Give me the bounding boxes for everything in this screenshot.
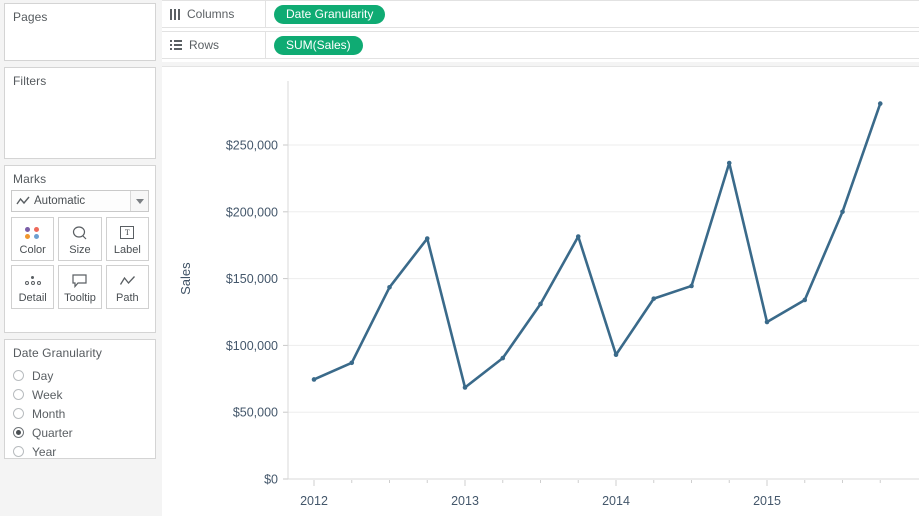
marks-detail-button[interactable]: Detail <box>11 265 55 309</box>
rows-shelf-dropzone[interactable]: SUM(Sales) <box>266 32 919 58</box>
chart-gridlines <box>288 144 919 413</box>
radio-icon-day[interactable] <box>13 370 24 381</box>
shelf-area: Columns Date Granularity Rows SUM(Sales) <box>162 0 919 62</box>
sales-series-line[interactable] <box>312 102 882 389</box>
y-axis-tick-label: $0 <box>264 473 278 487</box>
data-point-marker[interactable] <box>802 297 808 303</box>
chart-canvas[interactable]: $0 $50,000 $100,000 $150,000 $200,000 $250,00… <box>162 66 919 516</box>
rows-shelf[interactable]: Rows SUM(Sales) <box>162 31 919 59</box>
y-axis-tick-label: $100,000 <box>226 339 278 353</box>
data-point-marker[interactable] <box>311 377 317 382</box>
date-granularity-legend-title: Date Granularity <box>13 346 102 360</box>
radio-label-year: Year <box>32 444 57 459</box>
y-axis-title: Sales <box>178 262 193 295</box>
data-point-marker[interactable] <box>538 301 543 307</box>
marks-path-label: Path <box>116 291 139 304</box>
y-axis-tick-label: $50,000 <box>233 406 278 420</box>
radio-option-week[interactable]: Week <box>13 385 147 404</box>
date-granularity-options: Day Week Month Quarter Year <box>5 364 155 467</box>
data-point-marker[interactable] <box>500 355 506 361</box>
columns-shelf-label-group: Columns <box>162 1 266 27</box>
x-axis-tick-label: 2015 <box>753 494 781 508</box>
radio-label-month: Month <box>32 406 66 421</box>
y-axis-tick-labels: $0 $50,000 $100,000 $150,000 $200,000 $250,00… <box>226 139 278 487</box>
columns-shelf-label: Columns <box>187 7 235 21</box>
line-chart-icon <box>12 196 34 206</box>
radio-option-day[interactable]: Day <box>13 366 147 385</box>
marks-color-label: Color <box>19 243 46 256</box>
rows-shelf-label: Rows <box>189 38 220 52</box>
radio-icon-quarter[interactable] <box>13 427 24 438</box>
data-point-marker[interactable] <box>764 319 770 325</box>
color-dots-icon <box>24 223 41 243</box>
marks-size-label: Size <box>69 243 91 256</box>
sales-line-chart: $0 $50,000 $100,000 $150,000 $200,000 $250,00… <box>178 81 919 508</box>
marks-button-grid: Color Size T Label Detail Tooltip Path <box>11 217 149 309</box>
data-point-marker[interactable] <box>349 360 355 366</box>
marks-label-label: Label <box>113 243 141 256</box>
x-axis-tick-label: 2013 <box>451 494 479 508</box>
marks-label-button[interactable]: T Label <box>105 217 149 261</box>
filters-card-title: Filters <box>13 74 47 88</box>
x-axis-tick-labels: 2012 2013 2014 2015 <box>300 494 781 508</box>
data-point-marker[interactable] <box>840 209 845 215</box>
radio-label-quarter: Quarter <box>32 425 73 440</box>
left-sidebar: Pages Filters Marks Automatic Color Size… <box>0 0 160 516</box>
radio-icon-year[interactable] <box>13 446 24 457</box>
radio-label-day: Day <box>32 368 54 383</box>
y-axis-ticks <box>283 144 288 480</box>
pill-date-granularity[interactable]: Date Granularity <box>274 4 386 24</box>
radio-icon-week[interactable] <box>13 389 24 400</box>
radio-option-quarter[interactable]: Quarter <box>13 423 147 442</box>
marks-detail-label: Detail <box>18 291 47 304</box>
data-point-marker[interactable] <box>726 160 732 166</box>
marks-tooltip-label: Tooltip <box>64 291 96 304</box>
x-axis-ticks <box>313 480 881 486</box>
marks-path-button[interactable]: Path <box>105 265 149 309</box>
size-circle-icon <box>71 223 88 243</box>
pill-sum-sales[interactable]: SUM(Sales) <box>274 35 363 55</box>
path-line-icon <box>119 271 136 291</box>
pages-card[interactable]: Pages <box>4 3 156 61</box>
mark-type-label: Automatic <box>34 195 86 207</box>
columns-shelf[interactable]: Columns Date Granularity <box>162 0 919 28</box>
columns-icon <box>170 8 180 20</box>
x-axis-tick-label: 2014 <box>602 494 630 508</box>
y-axis-tick-label: $150,000 <box>226 272 278 286</box>
filters-card[interactable]: Filters <box>4 67 156 159</box>
date-granularity-legend-card: Date Granularity Day Week Month Quarter <box>4 339 156 459</box>
radio-option-year[interactable]: Year <box>13 442 147 461</box>
pages-card-title: Pages <box>13 10 48 24</box>
detail-dots-icon <box>24 271 41 291</box>
marks-size-button[interactable]: Size <box>58 217 102 261</box>
x-axis-tick-label: 2012 <box>300 494 328 508</box>
radio-icon-month[interactable] <box>13 408 24 419</box>
rows-icon <box>170 40 182 51</box>
data-point-marker[interactable] <box>613 352 619 358</box>
data-point-marker[interactable] <box>575 234 581 239</box>
tableau-worksheet: Pages Filters Marks Automatic Color Size… <box>0 0 919 516</box>
data-point-marker[interactable] <box>424 236 430 241</box>
radio-option-month[interactable]: Month <box>13 404 147 423</box>
columns-shelf-dropzone[interactable]: Date Granularity <box>266 1 919 27</box>
data-point-marker[interactable] <box>877 101 883 106</box>
y-axis-tick-label: $250,000 <box>226 139 278 153</box>
rows-shelf-label-group: Rows <box>162 32 266 58</box>
marks-color-button[interactable]: Color <box>11 217 55 261</box>
marks-card: Marks Automatic Color Size T Label Detai… <box>4 165 156 333</box>
label-text-icon: T <box>120 223 135 243</box>
tooltip-bubble-icon <box>71 271 88 291</box>
y-axis-tick-label: $200,000 <box>226 205 278 219</box>
marks-tooltip-button[interactable]: Tooltip <box>58 265 102 309</box>
radio-label-week: Week <box>32 387 63 402</box>
marks-card-title: Marks <box>13 172 47 186</box>
data-point-marker[interactable] <box>387 284 392 290</box>
data-point-marker[interactable] <box>689 283 694 289</box>
data-point-marker[interactable] <box>462 385 468 390</box>
mark-type-dropdown[interactable]: Automatic <box>11 190 149 212</box>
data-point-marker[interactable] <box>651 296 657 301</box>
marks-card-body: Automatic Color Size T Label Detail Tool… <box>5 190 155 315</box>
chevron-down-icon[interactable] <box>130 191 148 211</box>
